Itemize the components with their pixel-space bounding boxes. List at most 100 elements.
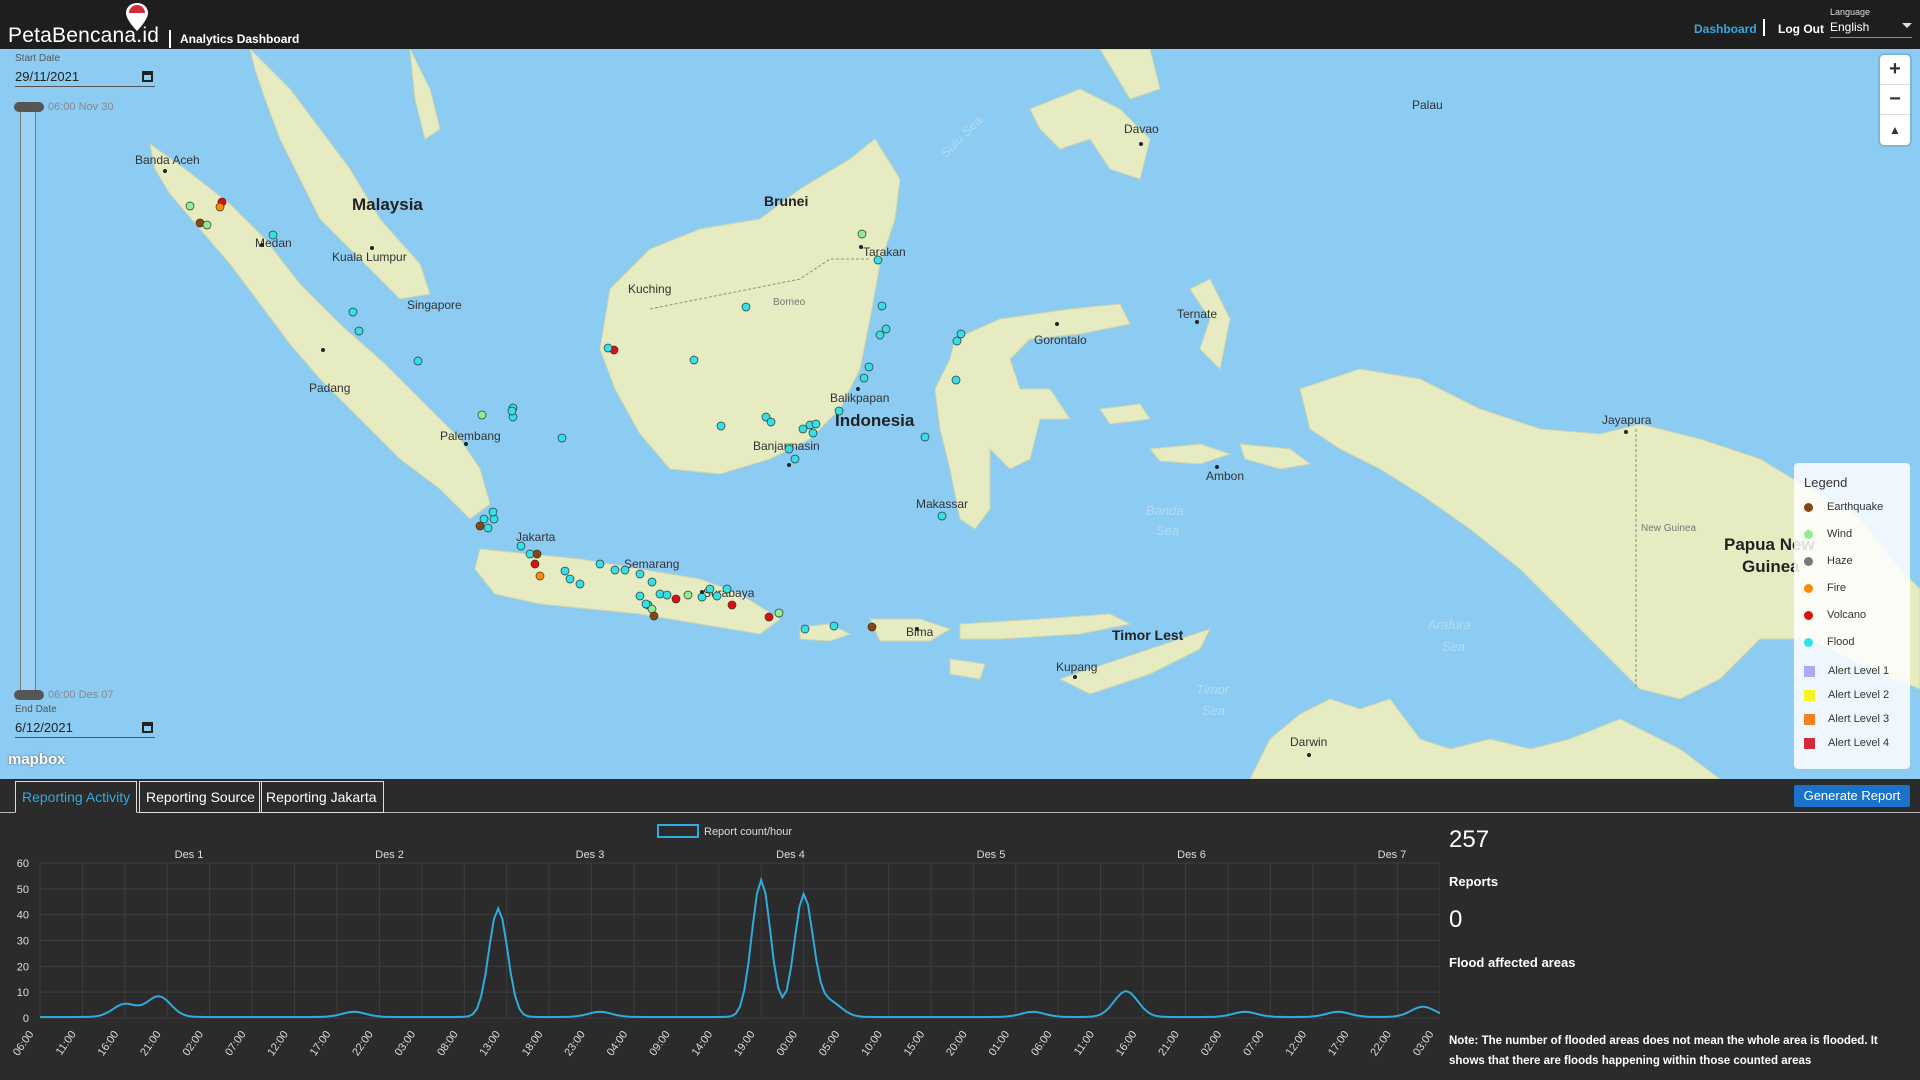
report-marker[interactable] bbox=[354, 326, 364, 336]
report-marker[interactable] bbox=[875, 330, 885, 340]
calendar-icon[interactable] bbox=[142, 71, 153, 82]
city-dot bbox=[1307, 753, 1311, 757]
report-marker[interactable] bbox=[215, 202, 225, 212]
report-marker[interactable] bbox=[475, 521, 485, 531]
legend-item: Fire bbox=[1804, 582, 1846, 594]
report-marker[interactable] bbox=[413, 356, 423, 366]
report-marker[interactable] bbox=[716, 421, 726, 431]
start-date-value: 29/11/2021 bbox=[15, 69, 80, 84]
report-marker[interactable] bbox=[859, 373, 869, 383]
report-marker[interactable] bbox=[800, 624, 810, 634]
report-marker[interactable] bbox=[712, 591, 722, 601]
compass-icon[interactable]: ▲ bbox=[1880, 115, 1910, 145]
report-marker[interactable] bbox=[532, 549, 542, 559]
chart-y-tick: 40 bbox=[17, 910, 29, 922]
logout-link[interactable]: Log Out bbox=[1778, 22, 1824, 36]
report-marker[interactable] bbox=[722, 584, 732, 594]
report-marker[interactable] bbox=[952, 336, 962, 346]
report-marker[interactable] bbox=[877, 301, 887, 311]
calendar-icon[interactable] bbox=[142, 722, 153, 733]
report-marker[interactable] bbox=[741, 302, 751, 312]
legend-swatch bbox=[1804, 665, 1815, 677]
language-select[interactable]: English bbox=[1830, 20, 1912, 38]
nav-dashboard-link[interactable]: Dashboard bbox=[1694, 22, 1757, 36]
report-marker[interactable] bbox=[956, 329, 966, 339]
chart-x-tick: 18:00 bbox=[520, 1029, 546, 1058]
report-marker[interactable] bbox=[727, 600, 737, 610]
report-marker[interactable] bbox=[808, 428, 818, 438]
report-marker[interactable] bbox=[951, 375, 961, 385]
report-marker[interactable] bbox=[671, 594, 681, 604]
map-view[interactable]: Banda Aceh Malaysia Medan Kuala Lumpur S… bbox=[0, 49, 1920, 779]
report-marker[interactable] bbox=[488, 507, 498, 517]
report-marker[interactable] bbox=[834, 406, 844, 416]
report-marker[interactable] bbox=[784, 444, 794, 454]
report-marker[interactable] bbox=[867, 622, 877, 632]
report-marker[interactable] bbox=[864, 362, 874, 372]
report-marker[interactable] bbox=[530, 559, 540, 569]
chart-x-tick: 23:00 bbox=[562, 1029, 588, 1058]
zoom-in-button[interactable]: + bbox=[1880, 55, 1910, 85]
chart-x-tick: 16:00 bbox=[1114, 1029, 1140, 1058]
report-marker[interactable] bbox=[477, 410, 487, 420]
report-marker[interactable] bbox=[662, 590, 672, 600]
time-range-slider[interactable] bbox=[20, 107, 36, 695]
report-marker[interactable] bbox=[937, 511, 947, 521]
map-legend: Legend Earthquake Wind Haze Fire Volcano Floo… bbox=[1794, 463, 1910, 769]
tab-reporting-source[interactable]: Reporting Source bbox=[139, 781, 262, 813]
report-marker[interactable] bbox=[620, 565, 630, 575]
chart-series-line bbox=[40, 876, 1440, 1018]
generate-report-button[interactable]: Generate Report bbox=[1794, 785, 1910, 807]
zoom-out-button[interactable]: − bbox=[1880, 85, 1910, 115]
report-marker[interactable] bbox=[683, 590, 693, 600]
chart-day-label: Des 5 bbox=[977, 849, 1006, 861]
report-marker[interactable] bbox=[507, 406, 517, 416]
report-marker[interactable] bbox=[575, 579, 585, 589]
report-marker[interactable] bbox=[774, 608, 784, 618]
report-marker[interactable] bbox=[603, 343, 613, 353]
report-marker[interactable] bbox=[268, 230, 278, 240]
report-marker[interactable] bbox=[535, 571, 545, 581]
report-marker[interactable] bbox=[873, 255, 883, 265]
chart-day-label: Des 3 bbox=[576, 849, 605, 861]
report-marker[interactable] bbox=[516, 541, 526, 551]
mapbox-logo[interactable]: mapbox bbox=[8, 751, 66, 768]
report-marker[interactable] bbox=[764, 612, 774, 622]
chart-legend-swatch bbox=[657, 824, 699, 838]
report-marker[interactable] bbox=[348, 307, 358, 317]
report-marker[interactable] bbox=[697, 592, 707, 602]
report-marker[interactable] bbox=[647, 577, 657, 587]
report-marker[interactable] bbox=[202, 220, 212, 230]
tab-reporting-jakarta[interactable]: Reporting Jakarta bbox=[259, 781, 384, 813]
report-marker[interactable] bbox=[557, 433, 567, 443]
report-marker[interactable] bbox=[610, 565, 620, 575]
start-date-field[interactable]: 29/11/2021 bbox=[15, 69, 155, 87]
slider-end-handle[interactable] bbox=[14, 690, 44, 700]
report-marker[interactable] bbox=[649, 611, 659, 621]
report-marker[interactable] bbox=[635, 591, 645, 601]
tab-reporting-activity[interactable]: Reporting Activity bbox=[15, 781, 138, 813]
report-marker[interactable] bbox=[790, 454, 800, 464]
legend-label: Alert Level 2 bbox=[1828, 689, 1890, 701]
report-marker[interactable] bbox=[560, 566, 570, 576]
report-marker[interactable] bbox=[920, 432, 930, 442]
report-marker[interactable] bbox=[483, 523, 493, 533]
report-marker[interactable] bbox=[881, 324, 891, 334]
report-marker[interactable] bbox=[185, 201, 195, 211]
legend-label: Earthquake bbox=[1827, 501, 1884, 513]
report-marker[interactable] bbox=[641, 599, 651, 609]
report-marker[interactable] bbox=[811, 419, 821, 429]
report-marker[interactable] bbox=[635, 569, 645, 579]
report-marker[interactable] bbox=[798, 424, 808, 434]
end-date-field[interactable]: 6/12/2021 bbox=[15, 720, 155, 738]
report-marker[interactable] bbox=[857, 229, 867, 239]
report-marker[interactable] bbox=[689, 355, 699, 365]
report-marker[interactable] bbox=[595, 559, 605, 569]
report-marker[interactable] bbox=[766, 417, 776, 427]
slider-start-handle[interactable] bbox=[14, 102, 44, 112]
report-marker[interactable] bbox=[829, 621, 839, 631]
end-date-label: End Date bbox=[15, 704, 57, 715]
report-marker[interactable] bbox=[565, 574, 575, 584]
report-marker[interactable] bbox=[479, 514, 489, 524]
report-marker[interactable] bbox=[705, 584, 715, 594]
